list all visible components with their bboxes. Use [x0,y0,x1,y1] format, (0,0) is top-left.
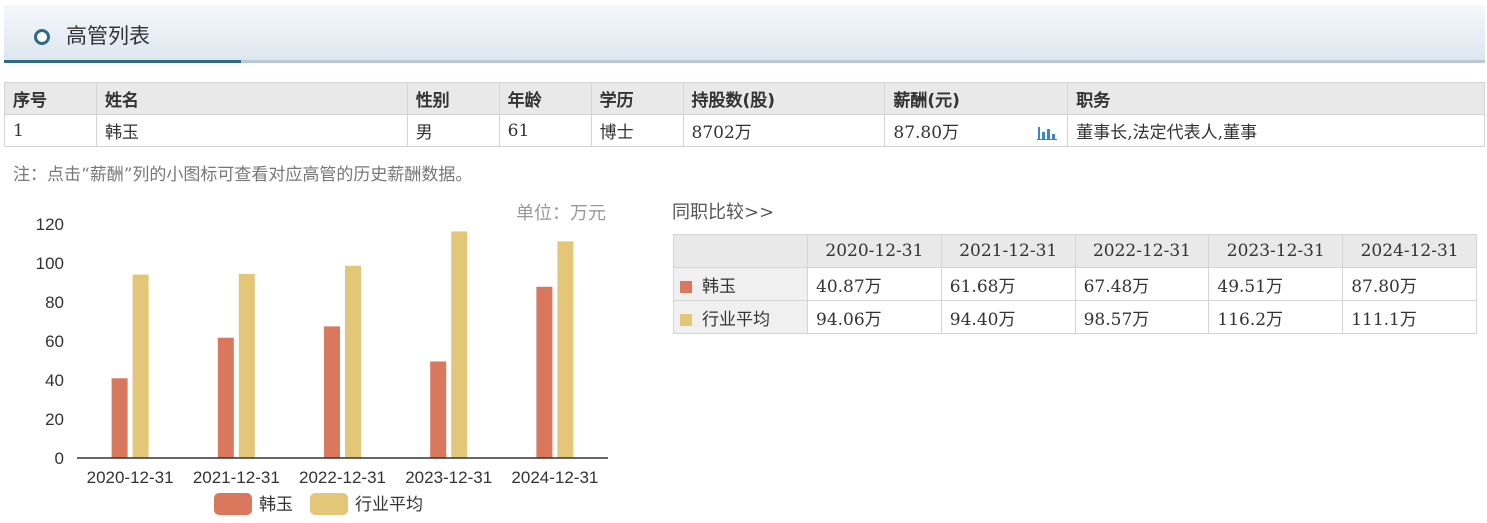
row-label-text: 行业平均 [702,309,770,330]
x-tick-label: 2024-12-31 [511,468,598,487]
bar-person[interactable] [430,361,447,458]
legend-swatch-industry[interactable] [310,493,348,515]
cell-name: 韩玉 [95,114,408,147]
comparison-header-year: 2023-12-31 [1208,234,1344,268]
y-tick-label: 100 [36,254,64,273]
bar-chart-icon[interactable] [1037,123,1058,140]
column-header-name: 姓名 [95,82,408,115]
chart-unit-label: 单位：万元 [516,203,606,223]
x-tick-label: 2020-12-31 [87,468,174,487]
column-header-age: 年龄 [498,82,592,115]
executive-table: 序号 姓名 性别 年龄 学历 持股数(股) 薪酬(元) 职务 1 韩玉 男 61… [4,82,1485,147]
section-title: 高管列表 [66,24,150,48]
header-accent-bar [4,60,241,63]
chart-legend: 韩玉 行业平均 [214,493,423,515]
x-tick-label: 2021-12-31 [193,468,280,487]
x-tick-label: 2023-12-31 [405,468,492,487]
y-tick-label: 40 [45,371,64,390]
swatch-industry [680,313,692,326]
column-header-salary: 薪酬(元) [884,82,1069,115]
cell-age: 61 [498,114,592,147]
cell-gender: 男 [406,114,500,147]
cell-index: 1 [4,114,97,147]
y-tick-label: 60 [45,332,64,351]
bar-industry-average[interactable] [238,273,255,458]
row-label-industry: 行业平均 [673,300,808,334]
legend-label-person[interactable]: 韩玉 [259,495,293,514]
bar-industry-average[interactable] [132,274,149,458]
cell-salary: 87.80万 [884,114,1069,147]
table-note: 注：点击“薪酬”列的小图标可查看对应高管的历史薪酬数据。 [13,165,473,185]
comparison-cell: 61.68万 [940,267,1076,301]
bar-industry-average[interactable] [451,231,468,458]
table-row: 行业平均 94.06万 94.40万 98.57万 116.2万 111.1万 [673,300,1477,334]
circle-icon [34,29,50,45]
column-header-gender: 性别 [406,82,500,115]
comparison-header-row: 2020-12-31 2021-12-31 2022-12-31 2023-12… [673,234,1477,268]
cell-education: 博士 [590,114,684,147]
column-header-shares: 持股数(股) [682,82,886,115]
row-label-person: 韩玉 [673,267,808,301]
bar-person[interactable] [111,378,128,458]
comparison-cell: 94.06万 [807,300,942,334]
comparison-header-year: 2022-12-31 [1074,234,1210,268]
legend-label-industry[interactable]: 行业平均 [355,495,423,514]
row-label-text: 韩玉 [702,276,736,297]
comparison-cell: 94.40万 [940,300,1076,334]
cell-position: 董事长,法定代表人,董事 [1067,114,1485,147]
table-header-row: 序号 姓名 性别 年龄 学历 持股数(股) 薪酬(元) 职务 [4,82,1485,115]
x-tick-label: 2022-12-31 [299,468,386,487]
bar-industry-average[interactable] [345,265,361,458]
comparison-header-year: 2021-12-31 [940,234,1076,268]
y-axis: 0 20 40 60 80 100 120 [36,215,64,468]
bar-person[interactable] [217,337,234,458]
comparison-cell: 111.1万 [1342,300,1477,334]
table-row: 1 韩玉 男 61 博士 8702万 87.80万 董事长,法定代表人,董事 [4,114,1485,147]
table-row: 韩玉 40.87万 61.68万 67.48万 49.51万 87.80万 [673,267,1477,301]
column-header-index: 序号 [4,82,97,115]
salary-value: 87.80万 [893,123,960,143]
bar-person[interactable] [536,286,553,458]
comparison-cell: 40.87万 [807,267,942,301]
comparison-cell: 49.51万 [1208,267,1344,301]
comparison-cell: 116.2万 [1208,300,1344,334]
column-header-education: 学历 [590,82,684,115]
comparison-cell: 98.57万 [1074,300,1210,334]
bar-industry-average[interactable] [557,241,574,458]
comparison-cell: 87.80万 [1342,267,1477,301]
salary-bar-chart: 单位：万元 0 20 40 60 80 100 120 2020-12-31 2021-12-… [36,203,608,515]
peer-comparison-link[interactable]: 同职比较>> [672,198,774,224]
chart-bars [111,231,574,458]
y-tick-label: 120 [36,215,64,234]
column-header-position: 职务 [1067,82,1485,115]
y-tick-label: 0 [55,449,64,468]
cell-shares: 8702万 [682,114,886,147]
y-tick-label: 20 [45,410,64,429]
comparison-header-year: 2024-12-31 [1342,234,1477,268]
comparison-header-year: 2020-12-31 [807,234,942,268]
comparison-header-blank [673,234,808,268]
y-tick-label: 80 [45,293,64,312]
bar-person[interactable] [324,326,340,458]
comparison-table: 2020-12-31 2021-12-31 2022-12-31 2023-12… [673,234,1477,334]
swatch-person [680,280,692,293]
section-header: 高管列表 [4,5,1485,63]
comparison-cell: 67.48万 [1074,267,1210,301]
legend-swatch-person[interactable] [214,493,252,515]
x-axis: 2020-12-31 2021-12-31 2022-12-31 2023-12-31… [87,468,599,487]
